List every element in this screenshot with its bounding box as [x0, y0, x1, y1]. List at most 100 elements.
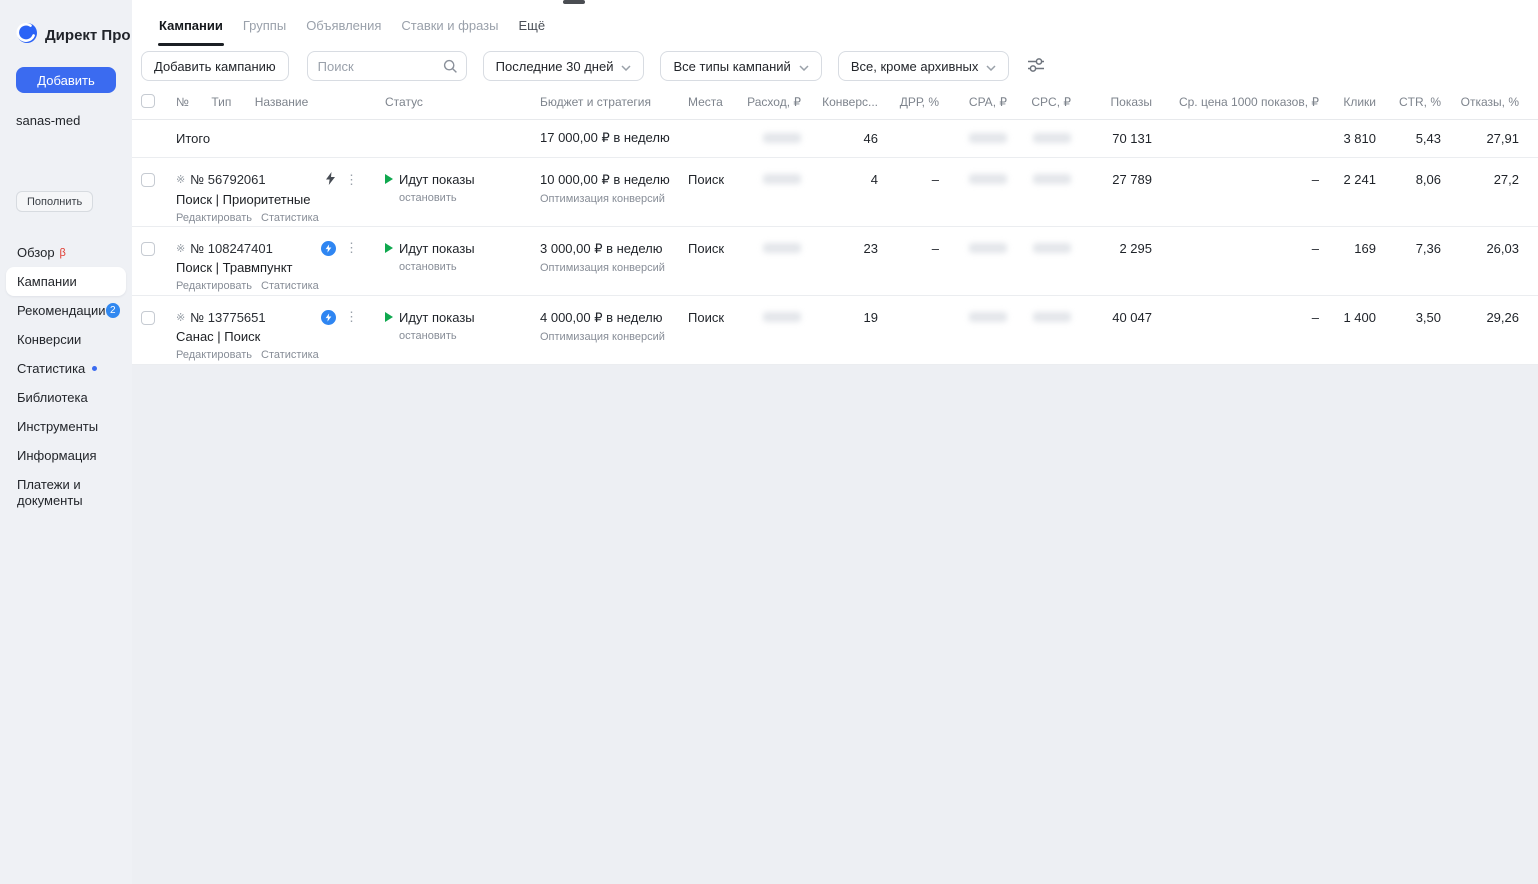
sidebar-item-payments[interactable]: Платежи и документы [0, 470, 132, 515]
cpc-cell [1019, 157, 1083, 226]
col-clicks[interactable]: Клики [1331, 86, 1388, 119]
col-cpc[interactable]: CPC, ₽ [1019, 86, 1083, 119]
toolbar: Добавить кампанию Последние 30 дней Все … [132, 46, 1538, 86]
drr-cell [890, 295, 951, 364]
avg-cpm-cell: – [1164, 157, 1331, 226]
sidebar-item-conversions[interactable]: Конверсии [0, 325, 132, 354]
column-settings-button[interactable] [1021, 51, 1051, 81]
cpc-cell [1019, 295, 1083, 364]
select-all-checkbox[interactable] [141, 94, 155, 108]
bounces-cell: 26,03 [1453, 226, 1538, 295]
col-places[interactable]: Места [674, 86, 728, 119]
stats-link[interactable]: Статистика [261, 349, 319, 361]
col-status[interactable]: Статус [372, 86, 532, 119]
sidebar-item-campaigns[interactable]: Кампании [6, 267, 126, 296]
campaign-name[interactable]: Поиск | Приоритетные [176, 192, 372, 207]
col-budget[interactable]: Бюджет и стратегия [532, 86, 674, 119]
col-spend[interactable]: Расход, ₽ [728, 86, 813, 119]
edit-link[interactable]: Редактировать [176, 212, 252, 224]
sidebar-item-recommendations[interactable]: Рекомендации 2 [0, 296, 132, 325]
main-content: Кампании Группы Объявления Ставки и фраз… [132, 0, 1538, 884]
horizontal-scrollbar-thumb[interactable] [563, 0, 585, 4]
row-menu-icon[interactable]: ⋮ [345, 311, 358, 323]
redacted-value [969, 243, 1007, 253]
cpc-cell [1019, 226, 1083, 295]
add-campaign-button[interactable]: Добавить кампанию [141, 51, 289, 81]
tab-more[interactable]: Ещё [517, 18, 546, 46]
edit-link[interactable]: Редактировать [176, 349, 252, 361]
row-checkbox[interactable] [141, 311, 155, 325]
avg-cpm-cell: – [1164, 295, 1331, 364]
brand-logo[interactable]: Директ Про [0, 0, 132, 49]
campaign-number[interactable]: № 108247401 [190, 241, 273, 256]
add-button[interactable]: Добавить [16, 67, 116, 93]
stats-link[interactable]: Статистика [261, 280, 319, 292]
row-checkbox[interactable] [141, 173, 155, 187]
ctr-cell: 7,36 [1388, 226, 1453, 295]
redacted-value [969, 312, 1007, 322]
tab-bids-phrases[interactable]: Ставки и фразы [400, 18, 499, 46]
spend-cell [728, 295, 813, 364]
table-row: ※ № 56792061 ⋮ Поиск | Приоритетные Реда… [132, 157, 1538, 226]
bounces-cell: 29,26 [1453, 295, 1538, 364]
col-ctr[interactable]: CTR, % [1388, 86, 1453, 119]
campaign-name[interactable]: Санас | Поиск [176, 329, 372, 344]
row-checkbox[interactable] [141, 242, 155, 256]
strategy-text: Оптимизация конверсий [540, 193, 674, 205]
date-filter-dropdown[interactable]: Последние 30 дней [483, 51, 645, 81]
row-menu-icon[interactable]: ⋮ [345, 174, 358, 186]
sidebar-item-information[interactable]: Информация [0, 441, 132, 470]
sidebar-item-overview[interactable]: Обзор β [0, 238, 132, 267]
campaign-type-icon: ※ [176, 173, 185, 186]
stop-link[interactable]: остановить [399, 192, 532, 204]
places-cell: Поиск [674, 157, 728, 226]
col-cpa[interactable]: CPA, ₽ [951, 86, 1019, 119]
status-text: Идут показы [399, 172, 475, 187]
stop-link[interactable]: остановить [399, 261, 532, 273]
tab-groups[interactable]: Группы [242, 18, 287, 46]
col-name[interactable]: Название [255, 95, 309, 109]
tab-campaigns[interactable]: Кампании [158, 18, 224, 46]
empty-area [132, 365, 1538, 884]
col-bounces[interactable]: Отказы, % [1453, 86, 1538, 119]
redacted-value [969, 133, 1007, 143]
tab-ads[interactable]: Объявления [305, 18, 382, 46]
sidebar-item-label: Инструменты [17, 419, 98, 434]
col-drr[interactable]: ДРР, % [890, 86, 951, 119]
spend-cell [728, 157, 813, 226]
col-type[interactable]: Тип [211, 95, 251, 109]
campaign-number[interactable]: № 13775651 [190, 310, 265, 325]
archive-filter-dropdown[interactable]: Все, кроме архивных [838, 51, 1010, 81]
campaign-type-filter-dropdown[interactable]: Все типы кампаний [660, 51, 821, 81]
drr-cell: – [890, 226, 951, 295]
totals-label: Итого [164, 119, 372, 157]
totals-cpc [1019, 119, 1083, 157]
stop-link[interactable]: остановить [399, 330, 532, 342]
impressions-cell: 2 295 [1083, 226, 1164, 295]
col-number[interactable]: № [176, 95, 208, 109]
edit-link[interactable]: Редактировать [176, 280, 252, 292]
chevron-down-icon [621, 59, 631, 74]
totals-budget: 17 000,00 ₽ в неделю [532, 119, 674, 157]
sidebar-item-library[interactable]: Библиотека [0, 383, 132, 412]
budget-text: 4 000,00 ₽ в неделю [540, 310, 674, 326]
sidebar-item-tools[interactable]: Инструменты [0, 412, 132, 441]
strategy-text: Оптимизация конверсий [540, 262, 674, 274]
direct-logo-icon [16, 22, 38, 49]
campaign-name[interactable]: Поиск | Травмпункт [176, 260, 372, 275]
campaign-number[interactable]: № 56792061 [190, 172, 265, 187]
sidebar-item-statistics[interactable]: Статистика [0, 354, 132, 383]
totals-ctr: 5,43 [1388, 119, 1453, 157]
account-name[interactable]: sanas-med [16, 113, 116, 128]
places-cell: Поиск [674, 295, 728, 364]
col-impressions[interactable]: Показы [1083, 86, 1164, 119]
row-menu-icon[interactable]: ⋮ [345, 242, 358, 254]
sidebar-item-label: Обзор [17, 245, 55, 260]
totals-conversions: 46 [813, 119, 890, 157]
col-conversions[interactable]: Конверс... [813, 86, 890, 119]
col-avg-cpm[interactable]: Ср. цена 1000 показов, ₽ [1164, 86, 1331, 119]
topup-button[interactable]: Пополнить [16, 191, 93, 212]
stats-link[interactable]: Статистика [261, 212, 319, 224]
campaigns-panel: Кампании Группы Объявления Ставки и фраз… [132, 0, 1538, 365]
boost-icon [321, 241, 336, 256]
